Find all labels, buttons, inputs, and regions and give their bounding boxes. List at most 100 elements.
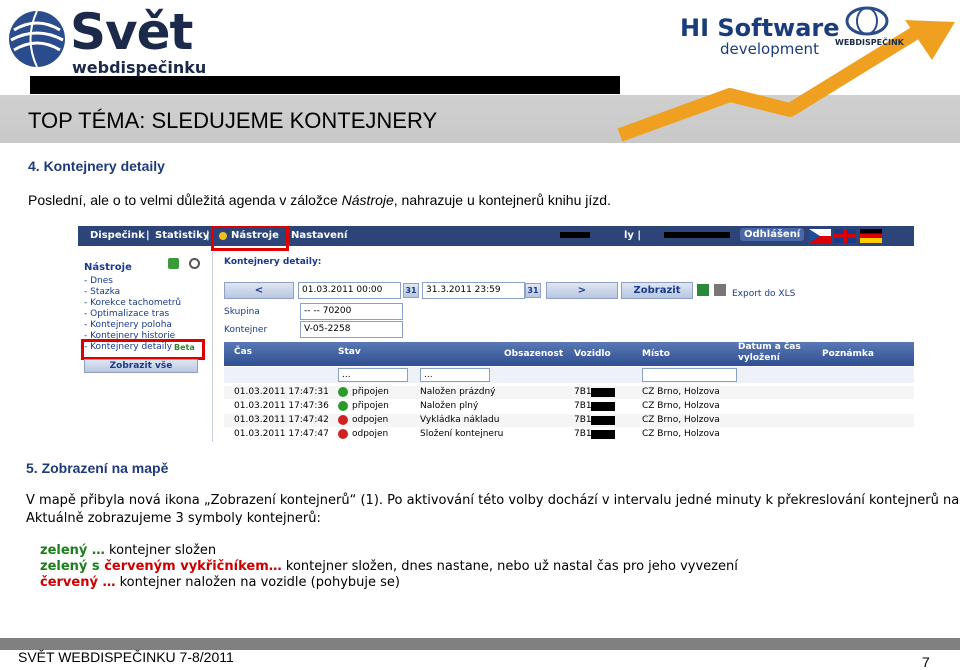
column-vozidlo[interactable]: Vozidlo: [574, 349, 611, 359]
section5-heading: 5. Zobrazení na mapě: [26, 460, 169, 476]
row-place: CZ Brno, Holzova: [642, 415, 720, 425]
row-state: připojen: [352, 387, 389, 397]
date-from-input[interactable]: 01.03.2011 00:00: [298, 282, 401, 299]
table-row[interactable]: 01.03.2011 17:47:31 připojen Naložen prá…: [224, 386, 914, 399]
table-row[interactable]: 01.03.2011 17:47:47 odpojen Složení kont…: [224, 428, 914, 441]
legend-item-red: červený … kontejner naložen na vozidle (…: [40, 575, 400, 590]
row-occupancy: Naložen prázdný: [420, 387, 496, 397]
legend-text: kontejner složen, dnes nastane, nebo už …: [281, 559, 738, 574]
section5-paragraph-line1: V mapě přibyla nová ikona „Zobrazení kon…: [26, 493, 960, 508]
filter-stav[interactable]: ...: [338, 368, 408, 382]
filter-obsazenost[interactable]: ...: [420, 368, 490, 382]
sidebar-item-optimalizace[interactable]: - Optimalizace tras: [84, 309, 169, 319]
legend-label-part: zelený s: [40, 559, 105, 574]
section4-text-before: Poslední, ale o to velmi důležitá agenda…: [28, 192, 342, 208]
highlight-kontejnery-detaily: [81, 339, 205, 360]
export-xls-link[interactable]: Export do XLS: [732, 289, 795, 299]
row-vehicle: 7B1: [574, 387, 592, 397]
connected-icon: [338, 401, 348, 411]
logo-subtitle: webdispečinku: [72, 58, 207, 77]
row-time: 01.03.2011 17:47:42: [234, 415, 329, 425]
section4-text: Poslední, ale o to velmi důležitá agenda…: [28, 192, 611, 208]
row-vehicle: 7B1: [574, 415, 592, 425]
add-icon[interactable]: [168, 258, 179, 269]
container-select[interactable]: V-05-2258: [300, 321, 403, 338]
column-misto[interactable]: Místo: [642, 349, 670, 359]
row-time: 01.03.2011 17:47:31: [234, 387, 329, 397]
legend-text: kontejner naložen na vozidle (pohybuje s…: [115, 575, 400, 590]
filter-row: ... ...: [224, 367, 914, 383]
row-place: CZ Brno, Holzova: [642, 387, 720, 397]
user-partial: ly |: [624, 230, 642, 241]
column-obsazenost[interactable]: Obsazenost: [504, 349, 563, 359]
sidebar-title: Nástroje: [84, 262, 132, 273]
row-time: 01.03.2011 17:47:47: [234, 429, 329, 439]
row-state: připojen: [352, 401, 389, 411]
row-state: odpojen: [352, 415, 389, 425]
row-vehicle: 7B1: [574, 429, 592, 439]
nav-statistiky[interactable]: Statistiky: [155, 230, 209, 241]
prev-button[interactable]: <: [224, 282, 294, 299]
nav-dispecink[interactable]: Dispečink: [90, 230, 145, 241]
flag-cz-icon[interactable]: [809, 229, 831, 243]
sidebar-item-dnes[interactable]: - Dnes: [84, 276, 113, 286]
redacted-plate: [591, 402, 615, 411]
top-nav-bar: Dispečink | Statistiky | Nástroje Nastav…: [78, 226, 914, 246]
column-poznamka[interactable]: Poznámka: [822, 349, 874, 359]
row-state: odpojen: [352, 429, 389, 439]
redacted-user: [560, 232, 590, 238]
partner-small-text: WEBDISPEČINK: [835, 38, 904, 47]
filter-misto[interactable]: [642, 368, 737, 382]
legend-item-green: zelený … kontejner složen: [40, 543, 216, 558]
column-stav[interactable]: Stav: [338, 347, 361, 357]
page-title: TOP TÉMA: SLEDUJEME KONTEJNERY: [28, 108, 438, 133]
logo-main: Svět: [70, 3, 193, 61]
group-select[interactable]: -- -- 70200: [300, 303, 403, 320]
table-row[interactable]: 01.03.2011 17:47:42 odpojen Vykládka nák…: [224, 414, 914, 427]
section4-heading: 4. Kontejnery detaily: [28, 158, 165, 174]
header-dark-bar: [30, 76, 620, 94]
next-button[interactable]: >: [546, 282, 618, 299]
redacted-plate: [591, 430, 615, 439]
print-icon[interactable]: [714, 284, 726, 296]
section5-paragraph-line2: Aktuálně zobrazujeme 3 symboly kontejner…: [26, 511, 321, 526]
sidebar-item-stazka[interactable]: - Stazka: [84, 287, 120, 297]
sidebar-item-korekce[interactable]: - Korekce tachometrů: [84, 298, 181, 308]
row-vehicle: 7B1: [574, 401, 592, 411]
sidebar-divider: [212, 252, 213, 442]
calendar-icon[interactable]: 31: [403, 283, 419, 298]
column-cas[interactable]: Čas: [234, 347, 252, 357]
redacted-plate: [591, 416, 615, 425]
partner-subtitle: development: [720, 40, 819, 58]
section4-text-italic: Nástroje: [341, 192, 394, 208]
highlight-nastroje: [211, 226, 289, 251]
column-datum-vylozeni[interactable]: Datum a čas vyložení: [738, 342, 818, 364]
nav-nastaveni[interactable]: Nastavení: [291, 230, 347, 241]
disconnected-icon: [338, 415, 348, 425]
connected-icon: [338, 387, 348, 397]
date-to-input[interactable]: 31.3.2011 23:59: [422, 282, 525, 299]
header-banner: Svět webdispečinku HI Software developme…: [0, 0, 960, 143]
flag-uk-icon[interactable]: [834, 229, 856, 243]
section4-text-after: , nahrazuje u kontejnerů knihu jízd.: [393, 192, 611, 208]
legend-label-red-part: červeným vykřičníkem…: [104, 559, 282, 574]
legend-label: zelený s červeným vykřičníkem…: [40, 559, 282, 574]
panel-title: Kontejnery detaily:: [224, 257, 322, 267]
table-row[interactable]: 01.03.2011 17:47:36 připojen Naložen pln…: [224, 400, 914, 413]
redacted-plate: [591, 388, 615, 397]
group-label: Skupina: [224, 307, 260, 317]
container-label: Kontejner: [224, 325, 268, 335]
show-button[interactable]: Zobrazit: [621, 282, 693, 299]
row-occupancy: Naložen plný: [420, 401, 479, 411]
calendar-icon[interactable]: 31: [525, 283, 541, 298]
row-time: 01.03.2011 17:47:36: [234, 401, 329, 411]
flag-de-icon[interactable]: [860, 229, 882, 243]
excel-icon[interactable]: [697, 284, 709, 296]
sidebar-item-kontejnery-poloha[interactable]: - Kontejnery poloha: [84, 320, 172, 330]
legend-label: červený …: [40, 575, 116, 590]
logout-button[interactable]: Odhlášení: [740, 228, 805, 241]
show-all-button[interactable]: Zobrazit vše: [84, 359, 198, 373]
nav-separator: |: [206, 230, 210, 241]
gear-icon[interactable]: [189, 258, 200, 269]
table-header: Čas Stav Obsazenost Vozidlo Místo Datum …: [224, 342, 914, 366]
